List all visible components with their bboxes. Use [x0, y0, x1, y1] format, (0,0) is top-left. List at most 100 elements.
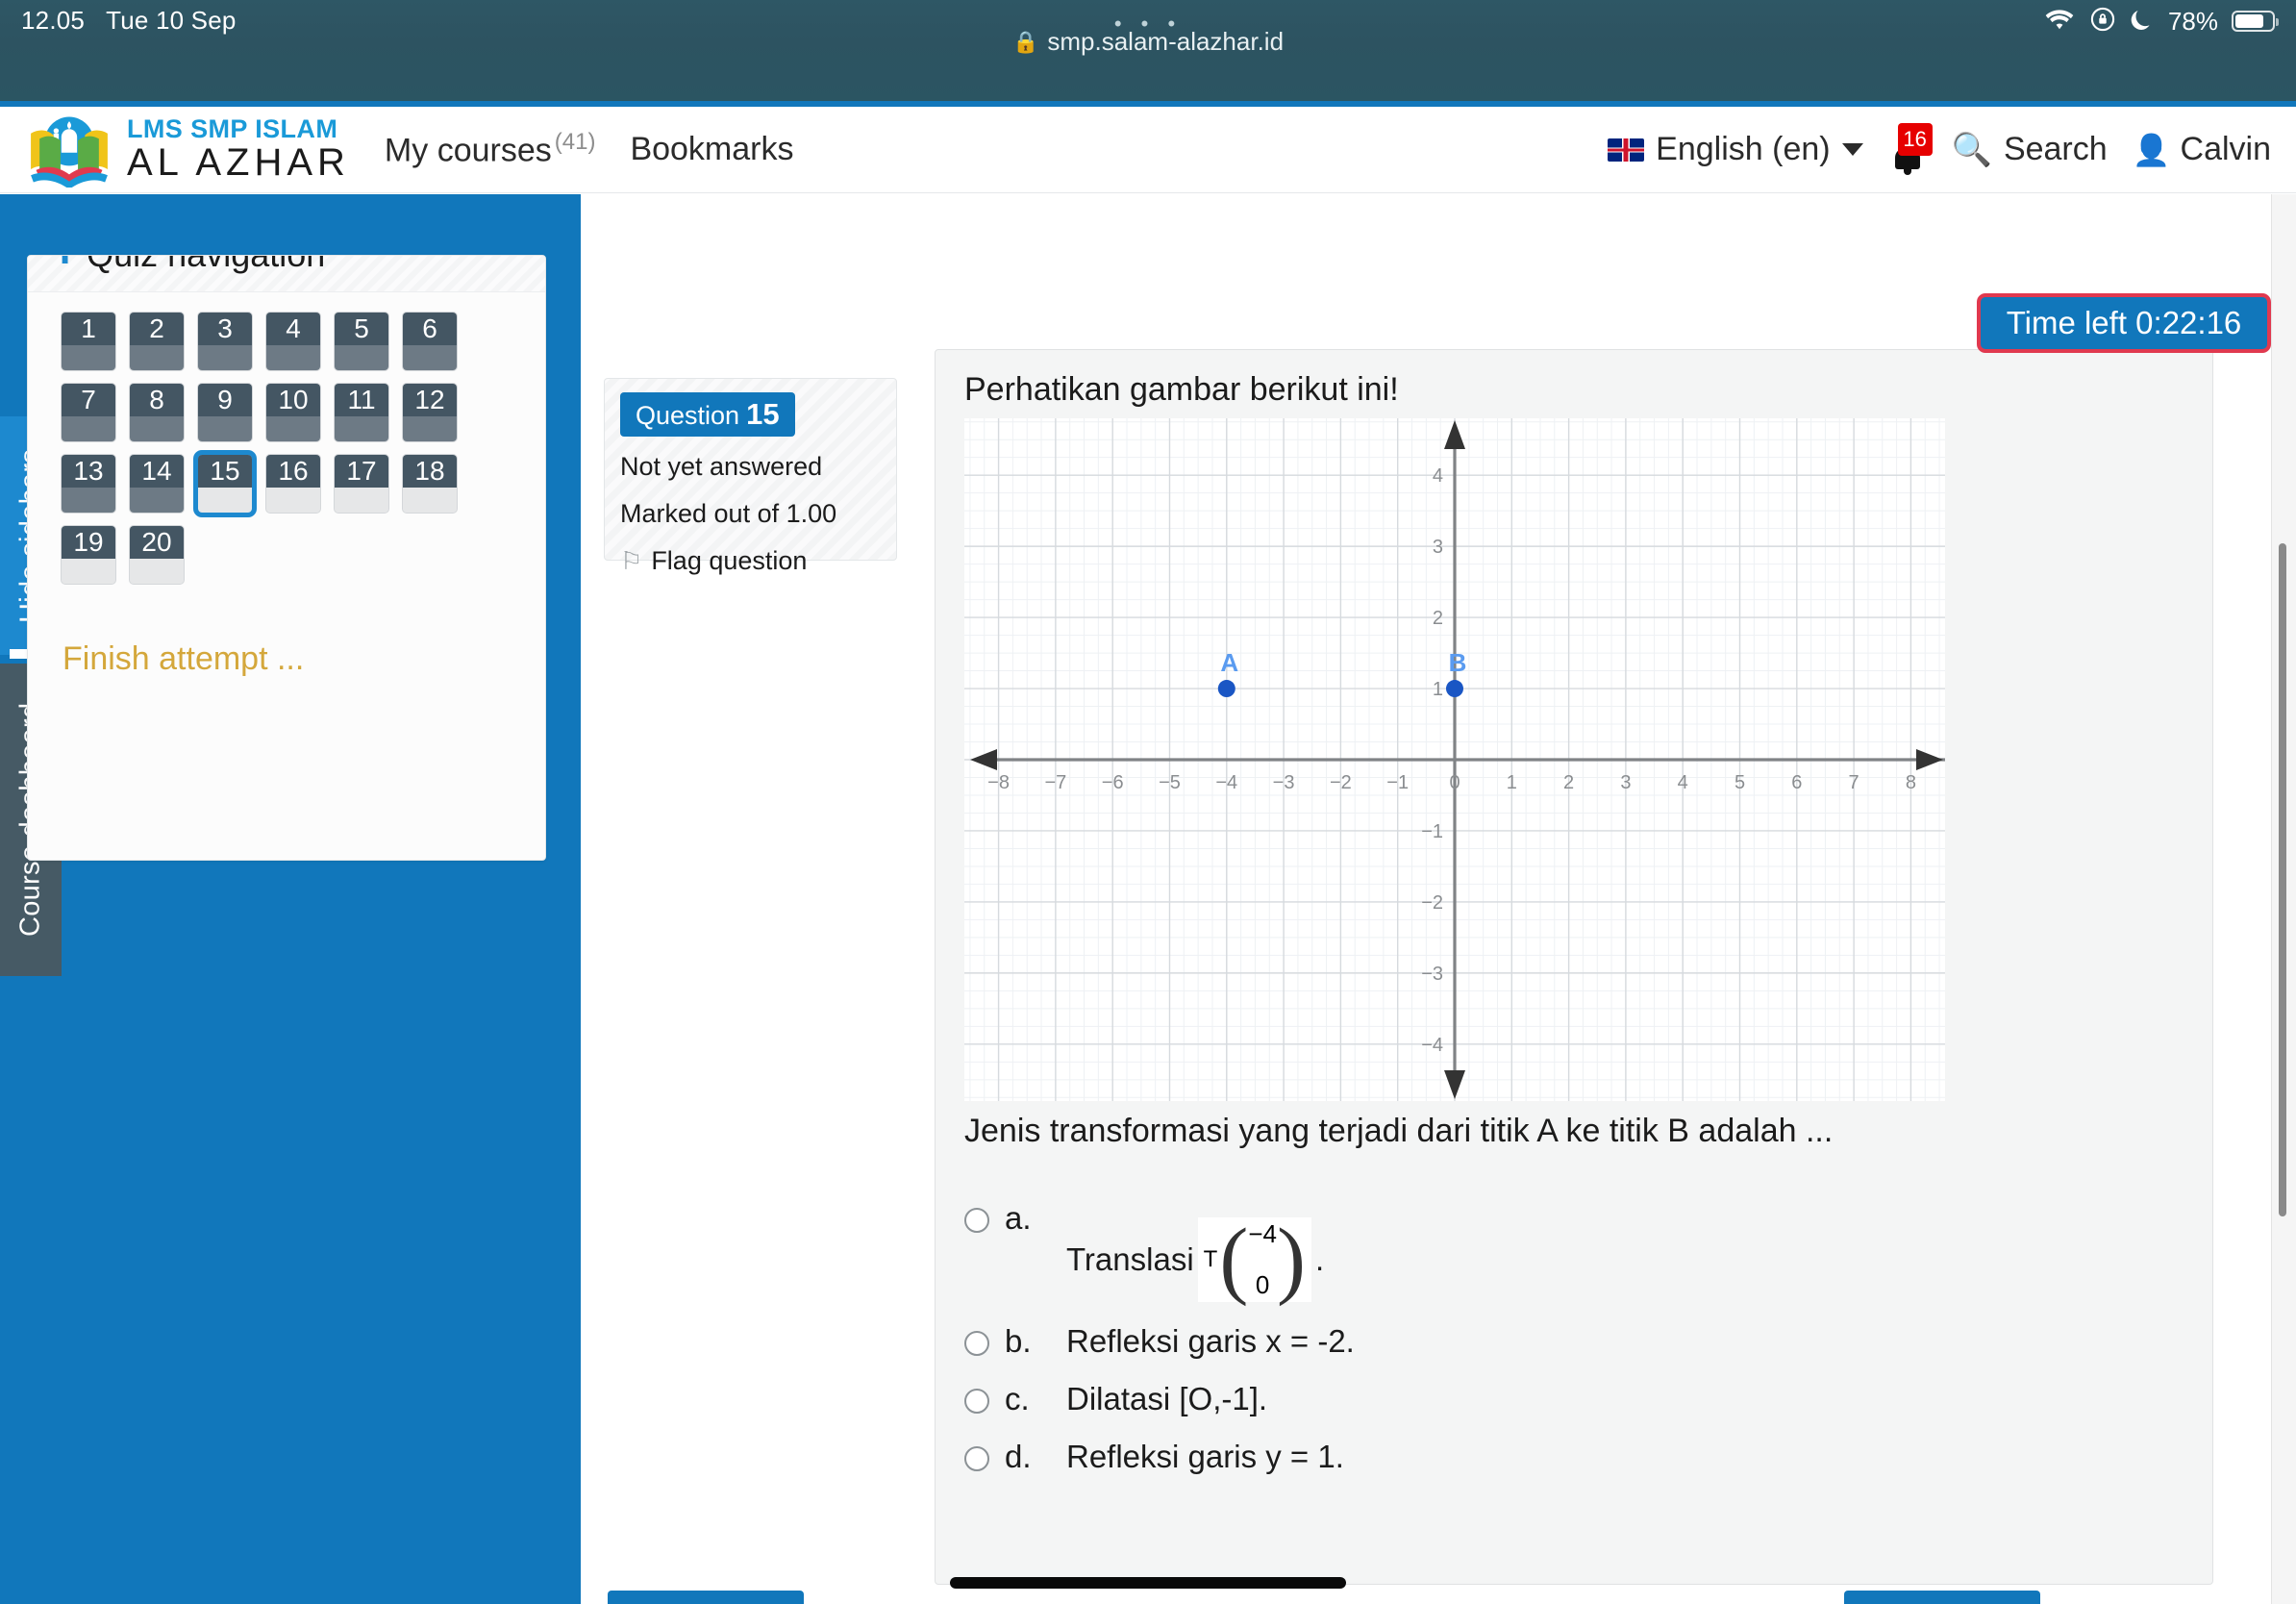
notifications-button[interactable]: 16 [1888, 122, 1933, 175]
do-not-disturb-moon-icon [2130, 6, 2155, 37]
quiz-nav-question-state [198, 345, 252, 370]
x-tick-label: −3 [1273, 772, 1295, 793]
quiz-nav-question-state [62, 345, 115, 370]
answer-radio-d[interactable] [964, 1446, 989, 1471]
quiz-nav-question-state [130, 559, 184, 584]
quiz-nav-question-number: 16 [266, 455, 320, 488]
answer-option-a[interactable]: a. Translasi T(−4 0). [964, 1200, 2184, 1307]
quiz-nav-question-number: 5 [335, 313, 388, 345]
quiz-nav-question-14[interactable]: 14 [129, 454, 185, 514]
quiz-nav-question-state [266, 488, 320, 513]
answer-letter: c. [1005, 1381, 1030, 1416]
status-bar-right: 78% [2043, 6, 2279, 37]
quiz-nav-question-6[interactable]: 6 [402, 312, 458, 371]
quiz-nav-question-9[interactable]: 9 [197, 383, 253, 442]
quiz-nav-question-number: 6 [403, 313, 457, 345]
x-tick-label: −2 [1330, 772, 1352, 793]
quiz-nav-question-20[interactable]: 20 [129, 525, 185, 585]
moodle-page: LMS SMP ISLAM AL AZHAR My courses (41) Bo… [0, 101, 2296, 1604]
question-prompt: Perhatikan gambar berikut ini! [964, 371, 1399, 408]
quiz-nav-question-18[interactable]: 18 [402, 454, 458, 514]
flag-question-label: Flag question [651, 546, 808, 575]
question-label: Question [636, 401, 740, 430]
quiz-nav-question-number: 20 [130, 526, 184, 559]
x-tick-label: 3 [1620, 772, 1631, 793]
question-content-card: Perhatikan gambar berikut ini! −8 −7 −6 −5−… [935, 349, 2213, 1585]
nav-my-courses-label: My courses [384, 132, 552, 169]
quiz-nav-question-3[interactable]: 3 [197, 312, 253, 371]
language-selector[interactable]: English (en) [1608, 131, 1863, 168]
quiz-nav-question-19[interactable]: 19 [61, 525, 116, 585]
answer-radio-a[interactable] [964, 1208, 989, 1233]
answer-option-d[interactable]: d. Refleksi garis y = 1. [964, 1439, 2184, 1475]
quiz-nav-question-number: 1 [62, 313, 115, 345]
graph-point-label-A: A [1220, 648, 1238, 677]
x-tick-label: 5 [1734, 772, 1745, 793]
graph-point-label-B: B [1449, 648, 1467, 677]
answer-radio-b[interactable] [964, 1331, 989, 1356]
quiz-nav-question-16[interactable]: 16 [265, 454, 321, 514]
answer-option-b[interactable]: b. Refleksi garis x = -2. [964, 1323, 2184, 1360]
address-bar[interactable]: 🔒 smp.salam-alazhar.id [0, 27, 2296, 57]
flag-question-button[interactable]: ⚐ Flag question [620, 546, 881, 576]
quiz-nav-question-number: 18 [403, 455, 457, 488]
quiz-nav-question-2[interactable]: 2 [129, 312, 185, 371]
previous-page-button[interactable] [608, 1591, 804, 1604]
chevron-down-icon [1841, 143, 1863, 156]
quiz-navigation-title: Quiz navigation [87, 256, 325, 275]
finish-attempt-link[interactable]: Finish attempt ... [62, 640, 304, 678]
matrix-left-paren: ( [1219, 1211, 1249, 1307]
y-tick-label: −2 [1421, 892, 1443, 914]
question-number: 15 [746, 397, 780, 431]
graph-point-B [1446, 680, 1463, 698]
y-tick-label: −3 [1421, 964, 1443, 985]
x-tick-label: 7 [1849, 772, 1859, 793]
quiz-nav-question-11[interactable]: 11 [334, 383, 389, 442]
site-brand[interactable]: LMS SMP ISLAM AL AZHAR [25, 113, 350, 188]
rotation-lock-icon [2089, 6, 2116, 37]
nav-my-courses[interactable]: My courses (41) [385, 129, 596, 169]
uk-flag-icon [1608, 138, 1645, 162]
brand-text: LMS SMP ISLAM AL AZHAR [127, 116, 350, 182]
quiz-nav-question-number: 19 [62, 526, 115, 559]
quiz-nav-question-5[interactable]: 5 [334, 312, 389, 371]
user-menu[interactable]: 👤 Calvin [2133, 131, 2271, 168]
page-scrollbar[interactable] [2279, 543, 2286, 1216]
quiz-nav-question-13[interactable]: 13 [61, 454, 116, 514]
quiz-nav-question-state [130, 488, 184, 513]
quiz-nav-question-state [266, 345, 320, 370]
answer-letter: b. [1005, 1323, 1032, 1359]
y-tick-label: −4 [1421, 1035, 1443, 1056]
quiz-nav-question-1[interactable]: 1 [61, 312, 116, 371]
x-tick-label: 0 [1449, 772, 1460, 793]
url-text: smp.salam-alazhar.id [1047, 27, 1285, 56]
quiz-nav-question-number: 14 [130, 455, 184, 488]
battery-percent: 78% [2167, 6, 2218, 36]
answer-option-c[interactable]: c. Dilatasi [O,-1]. [964, 1381, 2184, 1417]
expand-plus-icon[interactable]: ✚ [53, 256, 77, 271]
quiz-nav-question-8[interactable]: 8 [129, 383, 185, 442]
next-page-button[interactable] [1844, 1591, 2040, 1604]
quiz-question-grid: 1 2 3 4 5 6 7 8 9 10 11 12 13 14 15 16 17 18 19 20 [61, 312, 512, 585]
search-button[interactable]: 🔍 Search [1952, 131, 2108, 169]
quiz-nav-question-4[interactable]: 4 [265, 312, 321, 371]
quiz-nav-question-15[interactable]: 15 [193, 450, 257, 517]
nav-bookmarks[interactable]: Bookmarks [630, 131, 793, 168]
quiz-nav-question-10[interactable]: 10 [265, 383, 321, 442]
quiz-nav-question-7[interactable]: 7 [61, 383, 116, 442]
x-tick-label: −1 [1386, 772, 1409, 793]
x-tick-label: −5 [1159, 772, 1181, 793]
nav-my-courses-count: (41) [554, 129, 596, 156]
answer-radio-c[interactable] [964, 1389, 989, 1414]
quiz-nav-question-17[interactable]: 17 [334, 454, 389, 514]
quiz-nav-question-state [335, 345, 388, 370]
x-tick-label: 2 [1563, 772, 1574, 793]
quiz-nav-question-number: 9 [198, 384, 252, 416]
matrix-value-top: −4 [1248, 1219, 1277, 1248]
quiz-nav-question-12[interactable]: 12 [402, 383, 458, 442]
flag-icon: ⚐ [620, 546, 643, 575]
quiz-nav-question-number: 4 [266, 313, 320, 345]
quiz-nav-question-state [403, 345, 457, 370]
matrix-value-bottom: 0 [1255, 1270, 1270, 1299]
quiz-nav-question-state [403, 416, 457, 441]
